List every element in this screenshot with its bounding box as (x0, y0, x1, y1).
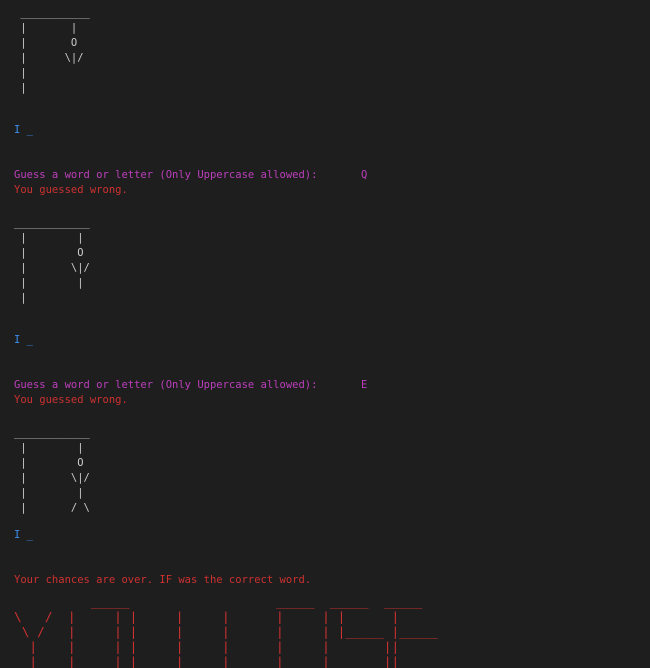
guess-input[interactable]: Q (361, 168, 367, 183)
word-progress: I _ (14, 124, 33, 136)
you-lose-banner: _____ _____ _____ _____ \ / | | | | | | … (14, 595, 438, 668)
word-progress: I _ (14, 334, 33, 346)
game-over-message: Your chances are over. IF was the correc… (14, 574, 312, 586)
guess-input[interactable]: E (361, 378, 367, 393)
guess-prompt: Guess a word or letter (Only Uppercase a… (14, 169, 318, 181)
hangman-drawing: ___________ | | | O | \|/ | | (20, 7, 90, 94)
guess-prompt: Guess a word or letter (Only Uppercase a… (14, 379, 318, 391)
wrong-guess-message: You guessed wrong. (14, 184, 128, 196)
wrong-guess-message: You guessed wrong. (14, 394, 128, 406)
hangman-drawing-final: ____________ | | | O | \|/ | | | / \ (14, 427, 90, 514)
terminal-window: ___________ | | | O | \|/ | | I _ Guess … (0, 0, 650, 668)
hangman-drawing: ____________ | | | O | \|/ | | | (14, 217, 90, 304)
word-progress: I _ (14, 529, 33, 541)
